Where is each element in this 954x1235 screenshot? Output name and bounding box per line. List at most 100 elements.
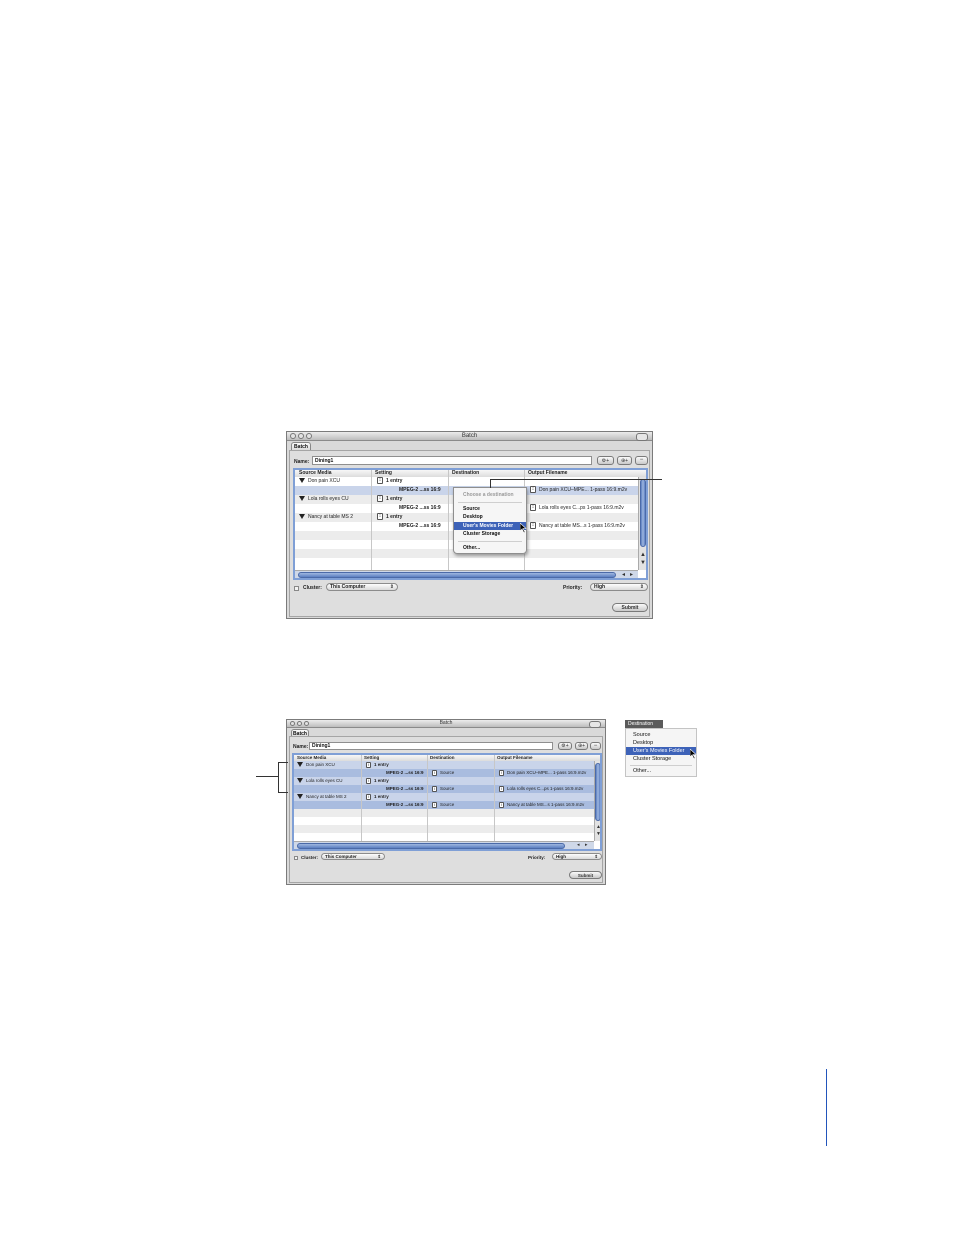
title-bar[interactable]: Batch (287, 432, 652, 441)
stepper-icon[interactable]: ↕ (499, 801, 504, 808)
disclosure-triangle-icon[interactable] (299, 496, 305, 502)
disclosure-triangle-icon[interactable] (297, 778, 303, 784)
close-button[interactable] (290, 433, 296, 439)
column-divider[interactable] (448, 470, 449, 570)
minimize-button[interactable] (297, 721, 302, 726)
scroll-right-arrow-icon[interactable]: ▸ (630, 572, 633, 578)
close-button[interactable] (290, 721, 295, 726)
column-divider[interactable] (494, 755, 495, 841)
popup-arrows-icon: ⇕ (377, 854, 381, 859)
vertical-scroll-thumb[interactable] (640, 479, 646, 547)
stepper-icon[interactable]: ↕ (432, 769, 437, 776)
menu-item-other[interactable]: Other... (454, 544, 526, 552)
column-divider[interactable] (371, 470, 372, 570)
column-output-filename[interactable]: Output Filename (528, 470, 567, 477)
menu-item-source[interactable]: Source (454, 505, 526, 513)
stepper-icon[interactable]: ↕ (366, 761, 371, 768)
stepper-icon[interactable]: ↕ (499, 769, 504, 776)
stepper-icon[interactable]: ↕ (377, 513, 383, 521)
disclosure-triangle-icon[interactable] (299, 514, 305, 520)
toolbar-toggle-button[interactable] (589, 721, 601, 728)
horizontal-scrollbar[interactable]: ◂ ▸ (295, 570, 638, 578)
source-name: Lola rolls eyes CU (306, 778, 343, 783)
stepper-icon[interactable]: ↕ (530, 522, 536, 530)
column-divider[interactable] (361, 755, 362, 841)
cluster-popup[interactable]: This Computer ⇕ (321, 853, 385, 860)
setting-count: 1 entry (374, 778, 389, 783)
stepper-icon[interactable]: ↕ (366, 777, 371, 784)
horizontal-scroll-thumb[interactable] (297, 843, 565, 849)
menu-item-source[interactable]: Source (626, 731, 696, 739)
cluster-lock-icon[interactable] (294, 856, 298, 860)
cluster-popup[interactable]: This Computer ⇕ (326, 583, 398, 591)
remove-button[interactable]: − (590, 742, 601, 750)
title-bar[interactable]: Batch (287, 720, 605, 728)
stepper-icon[interactable]: ↕ (530, 486, 536, 494)
vertical-scroll-thumb[interactable] (595, 763, 600, 821)
scroll-up-arrow-icon[interactable]: ▲ (596, 825, 600, 830)
table-row[interactable]: Nancy at table MS 2 ↕ 1 entry (294, 793, 594, 801)
add-source-button[interactable]: ⊕+ (575, 742, 588, 750)
table-row[interactable]: MPEG-2 ...ss 16:9 ↕ Source ↕ Nancy at tabl… (294, 801, 594, 809)
output-filename: Nancy at table MS...s 1-pass 16:9.m2v (507, 802, 585, 807)
setting-cell: ↕ 1 entry (366, 793, 389, 801)
disclosure-triangle-icon[interactable] (299, 478, 305, 484)
menu-item-users-movies-folder[interactable]: User's Movies Folder (454, 522, 526, 530)
menu-item-cluster-storage[interactable]: Cluster Storage (454, 530, 526, 538)
menu-item-cluster-storage[interactable]: Cluster Storage (626, 755, 696, 763)
column-setting[interactable]: Setting (375, 470, 392, 477)
scroll-up-arrow-icon[interactable]: ▲ (640, 552, 646, 558)
priority-popup[interactable]: High ⇕ (552, 853, 602, 860)
setting-cell: ↕ 1 entry (377, 513, 402, 522)
toolbar-toggle-button[interactable] (636, 433, 648, 441)
menu-item-users-movies-folder[interactable]: User's Movies Folder (626, 747, 696, 755)
menu-item-desktop[interactable]: Desktop (626, 739, 696, 747)
column-destination[interactable]: Destination (452, 470, 479, 477)
stepper-icon[interactable]: ↕ (377, 477, 383, 485)
menu-item-other[interactable]: Other... (626, 767, 696, 775)
stepper-icon[interactable]: ↕ (432, 785, 437, 792)
vertical-scrollbar[interactable]: ▲ ▼ (638, 477, 646, 570)
zoom-button[interactable] (306, 433, 312, 439)
setting-count: 1 entry (386, 496, 403, 502)
submit-button[interactable]: Submit (612, 603, 648, 612)
scroll-down-arrow-icon[interactable]: ▼ (640, 560, 646, 566)
add-setting-button[interactable]: ⚙+ (597, 456, 614, 465)
column-source-media[interactable]: Source Media (299, 470, 332, 477)
table-row[interactable]: MPEG-2 ...ss 16:9 ↕ Source ↕ Lola rolls ey… (294, 785, 594, 793)
zoom-button[interactable] (304, 721, 309, 726)
horizontal-scroll-thumb[interactable] (298, 572, 616, 578)
menu-item-desktop[interactable]: Desktop (454, 513, 526, 521)
horizontal-scrollbar[interactable]: ◂ ▸ (294, 841, 594, 849)
name-field[interactable]: Dining1 (312, 456, 592, 465)
window-title: Batch (461, 433, 478, 439)
stepper-icon[interactable]: ↕ (432, 801, 437, 808)
stepper-icon[interactable]: ↕ (530, 504, 536, 512)
destination-value: Source (440, 770, 455, 775)
add-setting-button[interactable]: ⚙+ (558, 742, 572, 750)
source-name: Nancy at table MS 2 (308, 514, 354, 520)
stepper-icon[interactable]: ↕ (377, 495, 383, 503)
cluster-lock-icon[interactable] (294, 586, 299, 591)
scroll-right-arrow-icon[interactable]: ▸ (585, 843, 588, 848)
submit-button[interactable]: Submit (569, 871, 602, 879)
disclosure-triangle-icon[interactable] (297, 762, 303, 768)
add-source-button[interactable]: ⊕+ (617, 456, 632, 465)
column-divider[interactable] (427, 755, 428, 841)
destination-value: Source (440, 786, 455, 791)
stepper-icon[interactable]: ↕ (366, 793, 371, 800)
stepper-icon[interactable]: ↕ (499, 785, 504, 792)
remove-button[interactable]: − (635, 456, 648, 465)
scroll-down-arrow-icon[interactable]: ▼ (596, 832, 600, 837)
table-row[interactable]: Lola rolls eyes CU ↕ 1 entry (294, 777, 594, 785)
name-field[interactable]: Dining1 (309, 742, 553, 750)
disclosure-triangle-icon[interactable] (297, 794, 303, 800)
table-row[interactable]: Don pain XCU ↕ 1 entry (294, 761, 594, 769)
vertical-scrollbar[interactable]: ▲ ▼ (594, 761, 600, 841)
table-row[interactable]: MPEG-2 ...ss 16:9 ↕ Source ↕ Don pain XCU–… (294, 769, 594, 777)
cluster-label: Cluster: (301, 855, 319, 860)
scroll-left-arrow-icon[interactable]: ◂ (622, 572, 625, 578)
minimize-button[interactable] (298, 433, 304, 439)
scroll-left-arrow-icon[interactable]: ◂ (577, 843, 580, 848)
priority-popup[interactable]: High ⇕ (590, 583, 648, 591)
